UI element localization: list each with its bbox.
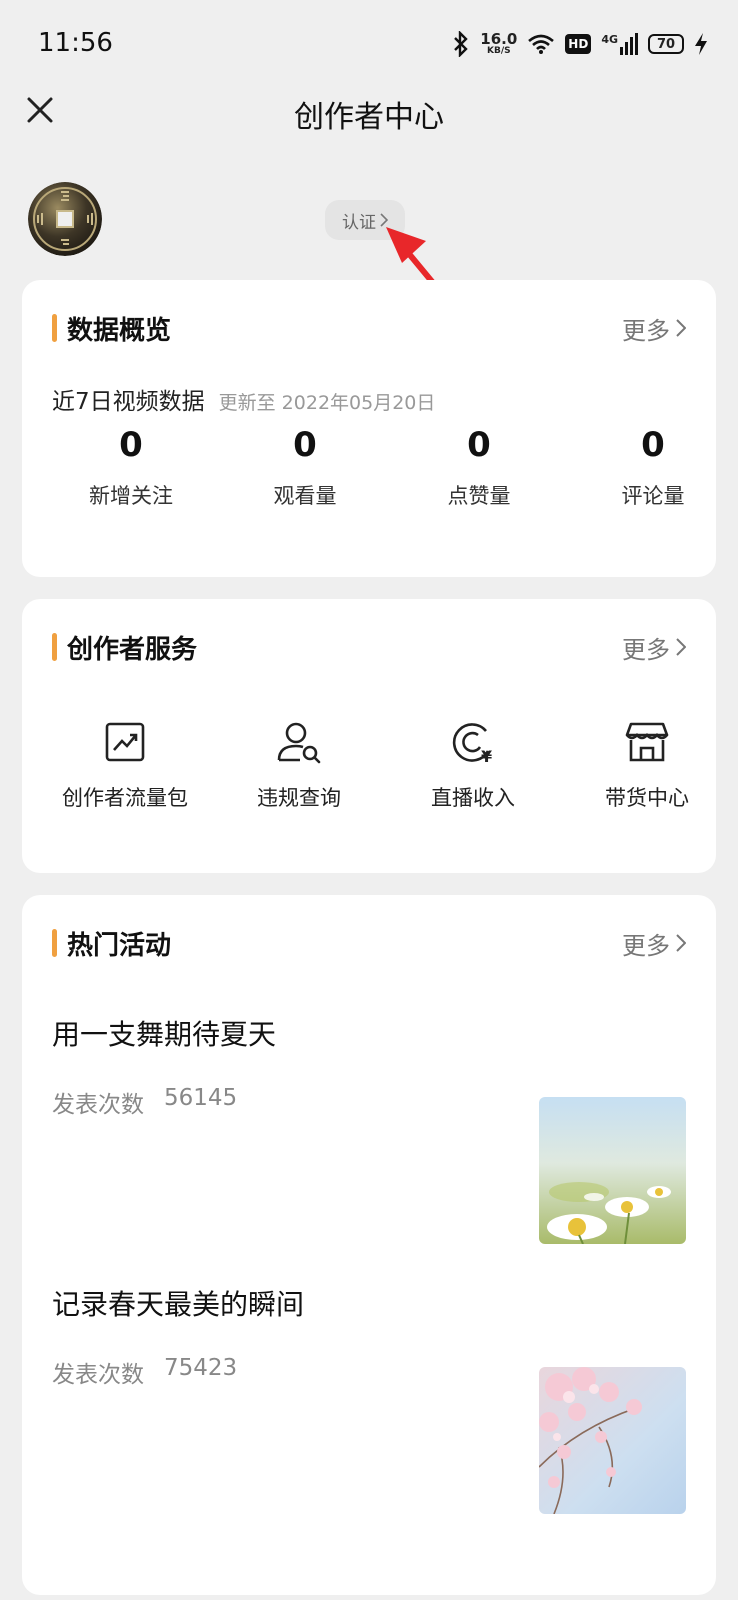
chevron-right-icon [676, 319, 686, 337]
net-speed: 16.0 KB/S [480, 30, 518, 56]
overview-more-link[interactable]: 更多 [622, 311, 686, 346]
battery-icon: 70 [648, 34, 684, 54]
stat-views[interactable]: 0 观看量 [220, 420, 390, 510]
stat-comments[interactable]: 0 评论量 [568, 420, 738, 510]
section-title: 数据概览 [67, 315, 172, 346]
data-updated-text: 更新至 2022年05月20日 [218, 392, 436, 414]
data-subheader: 近7日视频数据 更新至 2022年05月20日 [52, 382, 435, 416]
service-traffic-pack[interactable]: 创作者流量包 [38, 714, 212, 812]
activities-header: 热门活动 更多 [52, 925, 686, 961]
section-accent-bar [52, 929, 57, 957]
section-title: 热门活动 [67, 930, 172, 961]
activity-count-label: 发表次数 [52, 1362, 144, 1388]
activity-count-label: 发表次数 [52, 1092, 144, 1118]
section-accent-bar [52, 314, 57, 342]
coin-avatar-image [28, 182, 102, 256]
activity-count: 56145 [164, 1085, 238, 1111]
hot-activities-card: 热门活动 更多 用一支舞期待夏天 发表次数 56145 记录春天最美的瞬间 发表… [22, 895, 716, 1595]
avatar[interactable] [28, 182, 102, 256]
data-overview-card: 数据概览 更多 近7日视频数据 更新至 2022年05月20日 0 新增关注 0… [22, 280, 716, 577]
section-accent-bar [52, 633, 57, 661]
data-period-label: 近7日视频数据 [52, 389, 205, 415]
bluetooth-icon [454, 31, 468, 57]
chevron-right-icon [676, 638, 686, 656]
activity-title: 用一支舞期待夏天 [52, 1018, 277, 1051]
service-live-income[interactable]: ¥ 直播收入 [386, 714, 560, 812]
activity-meta: 发表次数 56145 [52, 1085, 237, 1119]
stat-new-followers[interactable]: 0 新增关注 [46, 420, 216, 510]
creator-services-card: 创作者服务 更多 创作者流量包 违规查询 ¥ 直播收入 带货中心 [22, 599, 716, 873]
activity-title: 记录春天最美的瞬间 [52, 1288, 305, 1321]
hd-badge: HD [565, 34, 592, 54]
nav-bar: 创作者中心 [0, 70, 738, 154]
section-title: 创作者服务 [67, 634, 198, 665]
certify-label: 认证 [342, 212, 376, 233]
svg-text:¥: ¥ [481, 747, 492, 765]
signal-icon: 4G [601, 33, 638, 55]
cherry-blossom-photo [539, 1367, 686, 1514]
activities-more-link[interactable]: 更多 [622, 926, 686, 961]
daisy-photo [539, 1097, 686, 1244]
service-sales-center[interactable]: 带货中心 [560, 714, 734, 812]
live-income-icon: ¥ [452, 723, 492, 765]
charging-icon [695, 33, 707, 55]
chevron-right-icon [676, 934, 686, 952]
stats-row: 0 新增关注 0 观看量 0 点赞量 0 评论量 [22, 420, 716, 530]
stat-likes[interactable]: 0 点赞量 [394, 420, 564, 510]
activity-count: 75423 [164, 1355, 238, 1381]
activity-thumbnail[interactable] [539, 1367, 686, 1514]
services-header: 创作者服务 更多 [52, 629, 686, 665]
page-title: 创作者中心 [294, 100, 444, 135]
services-row: 创作者流量包 违规查询 ¥ 直播收入 带货中心 [22, 714, 716, 824]
activity-thumbnail[interactable] [539, 1097, 686, 1244]
status-time: 11:56 [38, 28, 113, 58]
user-search-icon [277, 722, 321, 764]
trend-chart-icon [105, 722, 145, 762]
service-violation-query[interactable]: 违规查询 [212, 714, 386, 812]
store-icon [625, 722, 669, 762]
wifi-icon [528, 34, 555, 54]
status-icons: 16.0 KB/S HD 4G 70 [452, 28, 708, 60]
activity-meta: 发表次数 75423 [52, 1355, 237, 1389]
services-more-link[interactable]: 更多 [622, 630, 686, 665]
data-overview-header: 数据概览 更多 [52, 310, 686, 346]
